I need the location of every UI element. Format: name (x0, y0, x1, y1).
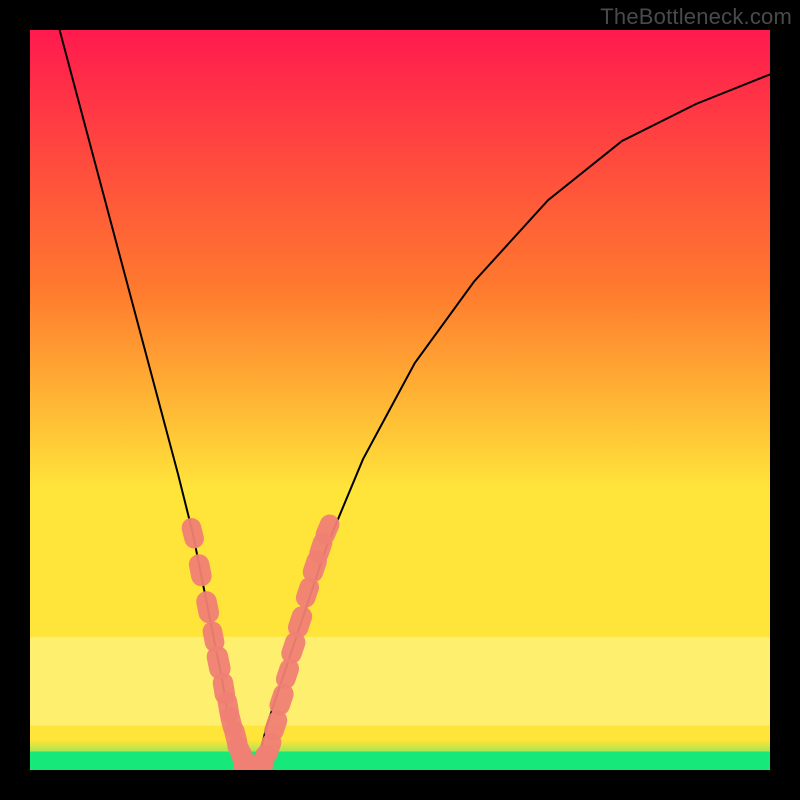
chart-svg (30, 30, 770, 770)
chart-frame: TheBottleneck.com (0, 0, 800, 800)
watermark-text: TheBottleneck.com (600, 4, 792, 30)
green-strip (30, 752, 770, 771)
plot-area (30, 30, 770, 770)
pale-band (30, 637, 770, 726)
